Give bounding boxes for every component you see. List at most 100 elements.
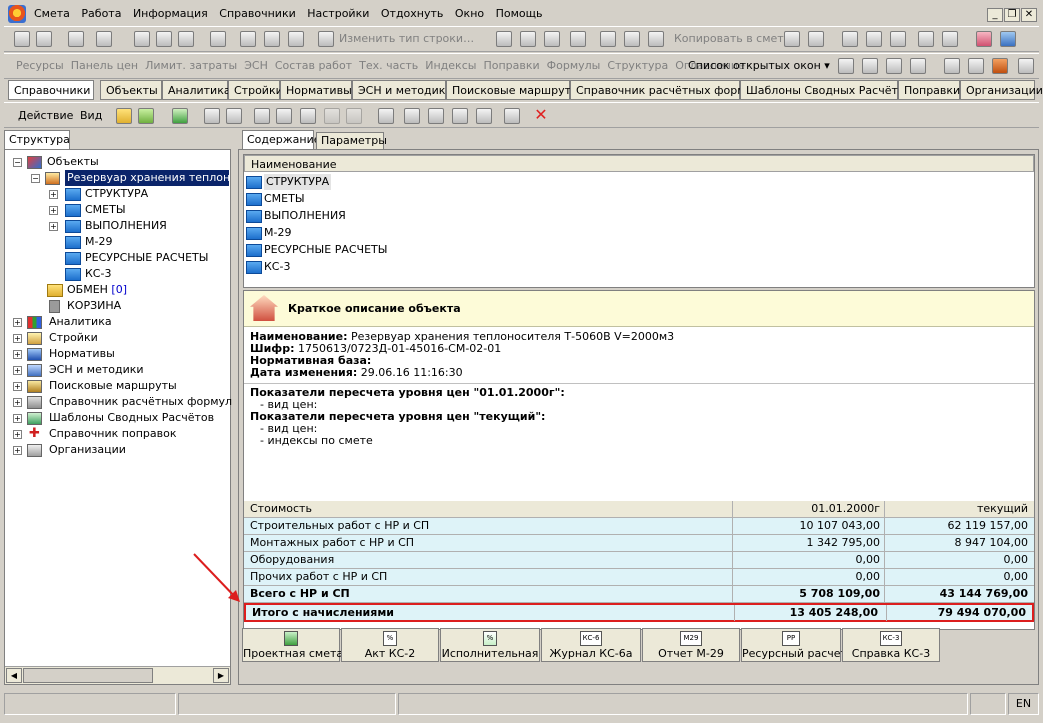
crane-icon[interactable] [944,58,960,74]
list-item[interactable]: СМЕТЫ [264,191,305,207]
pr-new-icon[interactable] [300,108,316,124]
tree-node-basket[interactable]: КОРЗИНА [67,298,121,314]
shortcut-resources[interactable]: Ресурсы [16,59,64,72]
shortcut-formulas[interactable]: Формулы [547,59,601,72]
tree-node-reservoir[interactable]: Резервуар хранения теплоноси [65,170,229,186]
language-indicator[interactable]: EN [1008,693,1039,715]
save-icon[interactable] [134,31,150,47]
collapse-icon[interactable]: − [13,158,22,167]
cost-header-current[interactable]: текущий [977,501,1028,517]
comment-icon[interactable] [288,31,304,47]
search-icon[interactable] [96,31,112,47]
books-icon[interactable] [976,31,992,47]
ls-new-icon[interactable] [254,108,270,124]
expand-icon[interactable]: + [13,334,22,343]
tree-node-normatives[interactable]: Нормативы [49,346,115,362]
menu-item-settings[interactable]: Настройки [307,7,369,20]
shortcut-limits[interactable]: Лимит. затраты [145,59,237,72]
tree-node-esn[interactable]: ЭСН и методики [49,362,144,378]
expand-icon[interactable]: + [49,206,58,215]
ks-icon[interactable] [404,108,420,124]
ls-icon[interactable] [842,31,858,47]
r-new-icon[interactable] [276,108,292,124]
r-icon[interactable] [866,31,882,47]
list-header[interactable]: Наименование [244,155,1034,172]
copy-to-estimate-button[interactable]: Копировать в смету [674,32,790,45]
table-row[interactable]: Монтажных работ с НР и СП 1 342 795,00 8… [244,535,1034,552]
table-row-total[interactable]: Всего с НР и СП 5 708 109,00 43 144 769,… [244,586,1034,603]
scroll-left-icon[interactable]: ◀ [6,668,22,683]
tree-node-resource-calcs[interactable]: РЕСУРСНЫЕ РАСЧЕТЫ [85,250,208,266]
recalc-icon[interactable] [210,31,226,47]
list-item[interactable]: СТРУКТУРА [264,174,332,190]
restore-icon[interactable]: ❐ [1004,8,1020,22]
expand-icon[interactable]: + [13,366,22,375]
list-item[interactable]: ВЫПОЛНЕНИЯ [264,208,346,224]
tree-node-construction[interactable]: Стройки [49,330,98,346]
arrow-down-icon[interactable] [346,108,362,124]
tools2-icon[interactable] [942,31,958,47]
excavator-icon[interactable] [992,58,1008,74]
table-row-grand-total[interactable]: Итого с начислениями 13 405 248,00 79 49… [244,603,1034,622]
action-menu[interactable]: Действие [18,109,73,122]
cost-header-base[interactable]: 01.01.2000г [811,501,880,517]
tab-parameters[interactable]: Параметры [316,132,387,149]
ss-icon[interactable] [378,108,394,124]
hierarchy-icon[interactable] [544,31,560,47]
shortcut-tech-part[interactable]: Тех. часть [359,59,418,72]
properties-icon[interactable] [504,108,520,124]
rr-icon[interactable] [452,108,468,124]
resource-calc-button[interactable]: РР Ресурсный расчет [741,628,847,662]
indent-icon[interactable] [838,58,854,74]
certificate-ks3-button[interactable]: КС-3 Справка КС-3 [842,628,940,662]
undo-icon[interactable] [178,31,194,47]
cut-icon[interactable] [600,31,616,47]
expand-icon[interactable]: + [13,382,22,391]
expand-icon[interactable]: + [13,414,22,423]
close-doc-icon[interactable] [68,31,84,47]
tab-objects[interactable]: Объекты [100,80,162,100]
tree-node-structure[interactable]: СТРУКТУРА [85,186,148,202]
tree-node-corrections[interactable]: Справочник поправок [49,426,176,442]
expand-icon[interactable]: + [13,446,22,455]
tree-node-m29[interactable]: М-29 [85,234,112,250]
align2-icon[interactable] [910,58,926,74]
executive-button[interactable]: % Исполнительная [440,628,540,662]
outdent-icon[interactable] [862,58,878,74]
tree-node-objects[interactable]: Объекты [47,154,99,170]
delete-icon[interactable] [496,31,512,47]
view-menu[interactable]: Вид [80,109,102,122]
tree-icon[interactable] [14,31,30,47]
menu-item-help[interactable]: Помощь [496,7,543,20]
tab-contents[interactable]: Содержание [242,130,321,149]
tree-node-organizations[interactable]: Организации [49,442,126,458]
list-item[interactable]: КС-3 [264,259,290,275]
m29-icon[interactable] [428,108,444,124]
house-add-icon[interactable] [204,108,220,124]
tree-node-templates[interactable]: Шаблоны Сводных Расчётов [49,410,214,426]
shortcut-esn[interactable]: ЭСН [244,59,268,72]
move-updown-icon[interactable] [570,31,586,47]
expand-icon[interactable]: + [49,190,58,199]
tree-hscrollbar[interactable]: ◀ ▶ [5,666,230,684]
copy-doc-icon[interactable] [784,31,800,47]
tree-node-analytics[interactable]: Аналитика [49,314,112,330]
insert-row-icon[interactable] [240,31,256,47]
expand-icon[interactable]: + [13,430,22,439]
scroll-right-icon[interactable]: ▶ [213,668,229,683]
app-logo-icon[interactable] [8,5,26,23]
menu-item-references[interactable]: Справочники [219,7,295,20]
close-icon[interactable]: ✕ [1021,8,1037,22]
folder-up-icon[interactable] [116,108,132,124]
tab-corrections[interactable]: Поправки [898,80,960,100]
move-icon[interactable] [520,31,536,47]
journal-ks6a-button[interactable]: КС-6 Журнал КС-6а [541,628,641,662]
tab-organizations[interactable]: Организации [960,80,1043,100]
shortcut-price-panel[interactable]: Панель цен [71,59,138,72]
paste-doc-icon[interactable] [808,31,824,47]
table-row[interactable]: Строительных работ с НР и СП 10 107 043,… [244,518,1034,535]
expand-icon[interactable]: + [49,222,58,231]
truck-icon[interactable] [968,58,984,74]
tab-esn[interactable]: ЭСН и методики [352,80,453,100]
list-item[interactable]: М-29 [264,225,291,241]
